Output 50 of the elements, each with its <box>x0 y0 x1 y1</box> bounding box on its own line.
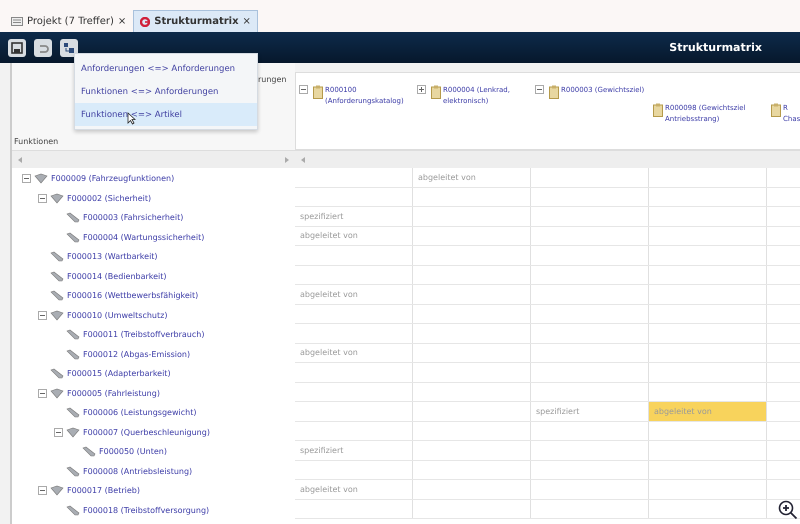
tree-item[interactable]: F000012 (Abgas-Emission) <box>83 350 190 359</box>
tree-item[interactable]: F000015 (Adapterbarkeit) <box>67 369 171 378</box>
tree-item[interactable]: F000005 (Fahrleistung) <box>67 388 160 398</box>
save-button[interactable] <box>8 38 26 56</box>
tree-item[interactable]: F000050 (Unten) <box>99 447 167 456</box>
close-icon[interactable]: × <box>118 16 126 27</box>
app-logo-icon <box>140 16 150 26</box>
menu-item[interactable]: Funktionen <=> Anforderungen <box>75 80 257 103</box>
tab[interactable]: Projekt (7 Treffer) × <box>4 10 134 32</box>
undo-button[interactable] <box>34 38 52 56</box>
tree-item[interactable]: F000008 (Antriebsleistung) <box>83 466 192 476</box>
tree-item[interactable]: F000004 (Wartungssicherheit) <box>83 232 204 242</box>
zoom-in-icon[interactable] <box>778 500 798 520</box>
folder-document-icon <box>431 85 441 99</box>
expand-icon[interactable] <box>417 85 426 94</box>
collapse-icon[interactable] <box>535 85 544 94</box>
collapse-icon[interactable] <box>299 85 308 94</box>
hierarchy-icon <box>63 42 75 54</box>
folder-document-icon <box>653 103 663 117</box>
menu-item[interactable]: Funktionen <=> Artikel <box>75 103 257 126</box>
tree-item[interactable]: F000009 (Fahrzeugfunktionen) <box>51 174 174 184</box>
folder-document-icon <box>771 103 781 117</box>
view-title: Strukturmatrix <box>669 41 762 54</box>
folder-document-icon <box>549 85 559 99</box>
tree-item[interactable]: F000016 (Wettbewerbsfähigkeit) <box>67 291 198 300</box>
collapse-icon[interactable] <box>38 486 47 496</box>
tree-item[interactable]: F000007 (Querbeschleunigung) <box>83 428 210 437</box>
tree-item[interactable]: F000011 (Treibstoffverbrauch) <box>83 330 204 340</box>
close-icon[interactable]: × <box>242 16 251 27</box>
tree-item[interactable]: F000010 (Umweltschutz) <box>67 310 168 320</box>
tab[interactable]: Strukturmatrix × <box>133 10 258 32</box>
tree-item[interactable]: F000006 (Leistungsgewicht) <box>83 408 196 418</box>
tree-item[interactable]: F000013 (Wartbarkeit) <box>67 252 158 262</box>
tree-item[interactable]: F000003 (Fahrsicherheit) <box>83 213 184 222</box>
folder-document-icon <box>313 85 323 99</box>
list-icon <box>11 17 23 26</box>
collapse-icon[interactable] <box>38 388 47 398</box>
tree-item[interactable]: F000002 (Sicherheit) <box>67 194 152 203</box>
tree-item[interactable]: F000014 (Bedienbarkeit) <box>67 272 167 281</box>
collapse-icon[interactable] <box>38 194 47 203</box>
collapse-icon[interactable] <box>38 310 47 320</box>
tree-item[interactable]: F000017 (Betrieb) <box>67 486 140 496</box>
column-axis-label: rungen <box>258 75 286 84</box>
save-icon <box>11 42 23 54</box>
collapse-icon[interactable] <box>22 174 31 184</box>
row-axis-label: Funktionen <box>13 137 60 148</box>
collapse-icon[interactable] <box>54 428 63 437</box>
tree-item[interactable]: F000018 (Treibstoffversorgung) <box>83 506 210 515</box>
matrix-type-button[interactable] <box>60 38 78 56</box>
menu-item[interactable]: Anforderungen <=> Anforderungen <box>75 57 257 80</box>
